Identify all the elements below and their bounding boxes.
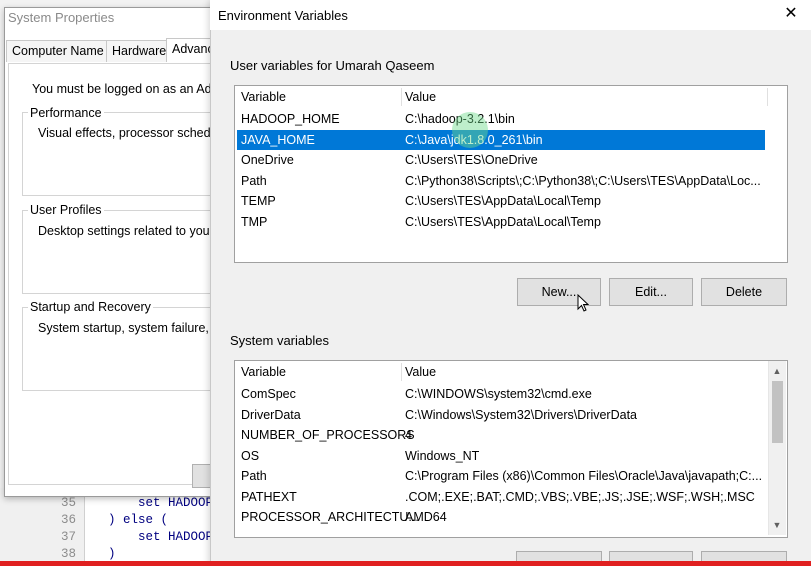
variable-name: NUMBER_OF_PROCESSORS [241,428,415,442]
variable-name: ComSpec [241,387,296,401]
code-line[interactable]: set HADOOP [108,496,213,510]
mouse-pointer-icon [577,294,589,312]
close-icon[interactable]: ✕ [776,2,806,26]
code-line[interactable]: set HADOOP [108,530,213,544]
user-edit-button[interactable]: Edit... [609,278,693,306]
line-number: 36 [60,513,76,527]
tab-computer-name[interactable]: Computer Name [6,40,110,62]
column-value[interactable]: Value [405,365,436,379]
variable-value: C:\Program Files (x86)\Common Files\Orac… [405,469,763,483]
user-delete-button[interactable]: Delete [701,278,787,306]
line-number: 37 [60,530,76,544]
performance-group [22,112,229,196]
user-variable-row[interactable]: Path C:\Python38\Scripts\;C:\Python38\;C:… [237,171,765,191]
user-variable-row[interactable]: TEMP C:\Users\TES\AppData\Local\Temp [237,191,765,211]
variable-value: .COM;.EXE;.BAT;.CMD;.VBS;.VBE;.JS;.JSE;.… [405,489,755,504]
video-progress-bar [0,561,811,566]
startup-recovery-label: Startup and Recovery [28,300,153,314]
user-variable-row[interactable]: OneDrive C:\Users\TES\OneDrive [237,150,765,170]
system-variable-row[interactable]: NUMBER_OF_PROCESSORS 4 [237,425,767,445]
variable-name: Path [241,173,267,188]
column-variable[interactable]: Variable [241,90,286,104]
startup-recovery-group [22,307,229,391]
system-variable-row[interactable]: DriverData C:\Windows\System32\Drivers\Dr… [237,405,767,425]
variable-name: HADOOP_HOME [241,112,340,126]
variable-value: C:\WINDOWS\system32\cmd.exe [405,387,592,401]
variable-value: C:\Windows\System32\Drivers\DriverData [405,407,637,422]
variable-name: DriverData [241,407,301,422]
system-variables-list[interactable]: Variable Value ComSpec C:\WINDOWS\system3… [234,360,788,538]
column-divider[interactable] [767,88,768,106]
startup-recovery-text: System startup, system failure, and [38,321,234,335]
user-variable-row[interactable]: HADOOP_HOME C:\hadoop-3.2.1\bin [237,109,765,129]
variable-name: OS [241,448,260,463]
dialog-title: Environment Variables [218,8,348,23]
variable-value: C:\Python38\Scripts\;C:\Python38\;C:\Use… [405,173,761,188]
user-variable-row[interactable]: JAVA_HOME C:\Java\jdk1.8.0_261\bin [237,129,765,150]
system-variables-label: System variables [230,333,329,348]
code-line[interactable]: ) else ( [108,513,168,527]
user-profiles-text: Desktop settings related to your si [38,224,227,238]
variable-name: PATHEXT [241,489,297,504]
system-variable-row[interactable]: Path C:\Program Files (x86)\Common Files\… [237,466,767,486]
user-variable-row[interactable]: TMP C:\Users\TES\AppData\Local\Temp [237,212,765,232]
user-profiles-label: User Profiles [28,203,104,217]
system-variable-row[interactable]: OS Windows_NT [237,446,767,466]
variable-value: C:\Users\TES\OneDrive [405,153,538,167]
user-list-header: Variable Value [235,86,787,108]
scrollbar-thumb[interactable] [772,381,783,443]
scroll-down-icon[interactable]: ▼ [769,517,785,533]
user-variables-list[interactable]: Variable Value HADOOP_HOME C:\hadoop-3.2.… [234,85,788,263]
column-value[interactable]: Value [405,90,436,104]
variable-value: Windows_NT [405,448,480,463]
variable-name: PROCESSOR_ARCHITECTU... [241,510,419,524]
admin-notice: You must be logged on as an Admi [32,82,225,96]
click-highlight [452,112,488,148]
code-line[interactable]: ) [108,547,116,561]
system-variable-row[interactable]: ComSpec C:\WINDOWS\system32\cmd.exe [237,384,767,404]
variable-value: 4 [405,428,412,442]
line-number: 38 [60,547,76,561]
system-buttons-partial [516,551,796,562]
user-variables-label: User variables for Umarah Qaseem [230,58,435,73]
system-properties-title: System Properties [8,10,115,25]
system-variable-row[interactable]: PROCESSOR_ARCHITECTU... AMD64 [237,507,767,527]
variable-name: TEMP [241,194,276,208]
variable-value: AMD64 [405,510,447,524]
scroll-up-icon[interactable]: ▲ [769,363,785,379]
variable-name: OneDrive [241,153,294,167]
variable-value: C:\Users\TES\AppData\Local\Temp [405,194,601,208]
variable-name: Path [241,469,267,483]
tab-hardware[interactable]: Hardware [106,40,173,62]
user-profiles-group [22,210,229,294]
variable-name: JAVA_HOME [241,132,315,147]
system-list-scrollbar[interactable]: ▲ ▼ [768,361,786,535]
line-number: 35 [60,496,76,510]
performance-label: Performance [28,106,104,120]
column-divider[interactable] [401,88,402,106]
column-variable[interactable]: Variable [241,365,286,379]
system-list-header: Variable Value [235,361,787,383]
system-variable-row[interactable]: PATHEXT .COM;.EXE;.BAT;.CMD;.VBS;.VBE;.JS… [237,487,767,507]
performance-text: Visual effects, processor schedulin [38,126,231,140]
variable-name: TMP [241,214,268,229]
variable-value: C:\Users\TES\AppData\Local\Temp [405,214,601,229]
column-divider[interactable] [401,363,402,381]
